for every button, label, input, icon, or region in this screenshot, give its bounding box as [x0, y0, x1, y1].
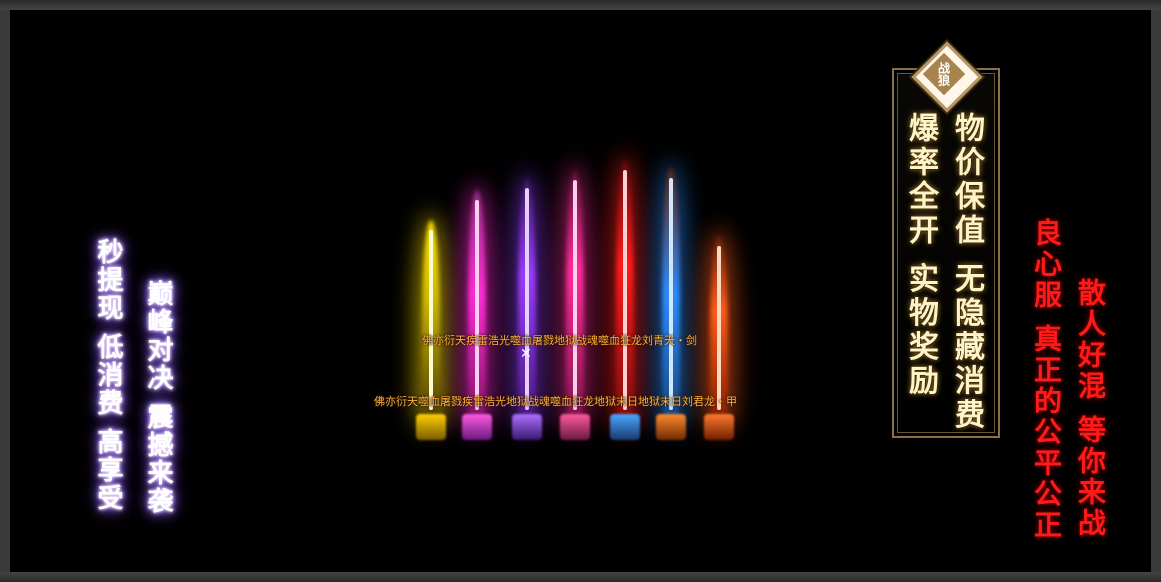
left-slogan-1: 秒提现 低消费 高享受	[93, 238, 123, 513]
sword-core	[525, 188, 529, 410]
sword-hilt-blue	[656, 414, 686, 440]
sword-core	[717, 246, 721, 410]
sword-hilt-pink	[560, 414, 590, 440]
sword-hilt-red	[610, 414, 640, 440]
left-slogan-2: 巅峰对决 震撼来袭	[143, 280, 173, 516]
panel-slogan-2: 爆率全开 实物奖励	[903, 112, 938, 399]
sword-hilt-orange	[704, 414, 734, 440]
sword-core	[429, 230, 433, 410]
window-bottom-edge	[0, 572, 1161, 582]
weapon-names-label: 佛亦衍天疾雷浩光噬血屠戮地狱战魂噬血狂龙刘青天・剑	[422, 334, 697, 347]
panel-badge-text: 战狼	[936, 62, 951, 86]
right-slogan-1: 散人好混 等你来战	[1074, 278, 1107, 539]
panel-slogan-1: 物价保值 无隐藏消费	[949, 112, 984, 433]
promo-canvas: 秒提现 低消费 高享受 巅峰对决 震撼来袭 ✕ 佛亦衍天疾雷浩光噬血屠戮地狱战魂…	[10, 10, 1151, 572]
window-top-edge	[0, 0, 1161, 10]
right-slogan-2: 良心服 真正的公平公正	[1030, 218, 1063, 541]
sword-core	[623, 170, 627, 410]
sword-hilt-purple	[512, 414, 542, 440]
sword-hilt-magenta	[462, 414, 492, 440]
sword-hilt-yellow	[416, 414, 446, 440]
sword-core	[475, 200, 479, 410]
sword-core	[669, 178, 673, 410]
sparkle-icon: ✕	[520, 346, 532, 362]
armor-names-label: 佛亦衍天噬血屠戮疾雷浩光地狱战魂噬血狂龙地狱末日地狱末日刘君龙・甲	[374, 395, 737, 408]
sword-core	[573, 180, 577, 410]
